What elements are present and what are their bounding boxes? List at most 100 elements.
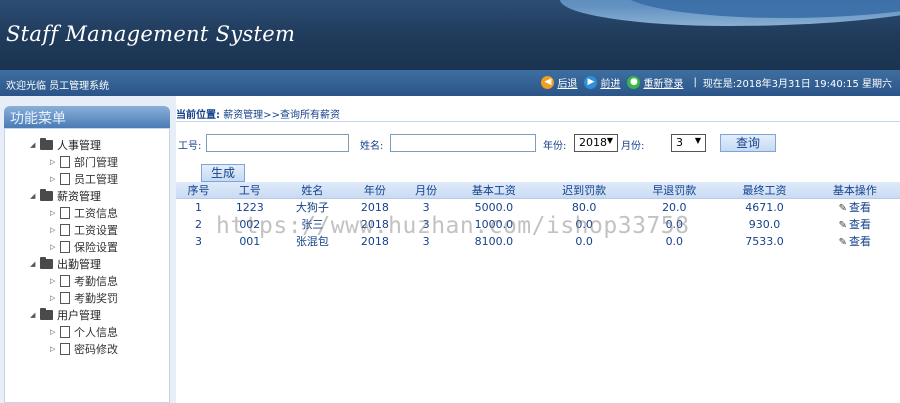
sidebar-item-profile[interactable]: ▷ 个人信息	[30, 323, 118, 340]
forward-arrow-icon[interactable]: ▶	[584, 76, 598, 89]
sidebar-item-label: 密码修改	[74, 342, 118, 356]
document-icon	[60, 291, 70, 304]
welcome-text: 欢迎光临 员工管理系统	[6, 81, 110, 92]
tree-group-label: 人事管理	[57, 138, 101, 152]
cell-final-salary: 930.0	[748, 217, 781, 231]
pencil-icon[interactable]: ✎	[839, 220, 847, 231]
collapse-arrow-icon: ▷	[50, 225, 56, 234]
cell-actions: ✎ 查看	[810, 233, 900, 250]
collapse-arrow-icon: ▷	[50, 276, 56, 285]
expand-arrow-icon[interactable]: ◢	[30, 311, 40, 319]
chevron-down-icon: ▼	[694, 136, 701, 145]
tree-group-salary[interactable]: ◢ 薪资管理	[30, 187, 118, 204]
folder-icon	[40, 307, 53, 320]
folder-icon	[40, 137, 53, 150]
column-header: 月份	[403, 182, 449, 199]
year-select-value: 2018	[579, 136, 607, 149]
view-link[interactable]: 查看	[849, 218, 871, 231]
year-label: 年份:	[543, 141, 567, 152]
document-icon	[60, 172, 70, 185]
sidebar-item-department[interactable]: ▷ 部门管理	[30, 153, 118, 170]
sidebar-item-label: 工资信息	[74, 206, 118, 220]
collapse-arrow-icon: ▷	[50, 174, 56, 183]
tree-group-label: 薪资管理	[57, 189, 101, 203]
query-button[interactable]: 查询	[720, 134, 776, 152]
watermark-text: https://www.huzhan.com/ishop33758	[216, 213, 690, 239]
sidebar-item-attendance-info[interactable]: ▷ 考勤信息	[30, 272, 118, 289]
expand-arrow-icon[interactable]: ◢	[30, 260, 40, 268]
pencil-icon[interactable]: ✎	[839, 203, 847, 214]
name-label: 姓名:	[360, 141, 384, 152]
sidebar-item-attendance-rewards[interactable]: ▷ 考勤奖罚	[30, 289, 118, 306]
sidebar-item-label: 个人信息	[74, 325, 118, 339]
breadcrumb: 当前位置: 薪资管理>>查询所有薪资	[176, 106, 900, 122]
tree-group-personnel[interactable]: ◢ 人事管理	[30, 136, 118, 153]
collapse-arrow-icon: ▷	[50, 208, 56, 217]
chevron-down-icon: ▼	[606, 136, 613, 145]
relogin-link[interactable]: 重新登录	[643, 75, 683, 90]
column-header: 工号	[221, 182, 279, 199]
cell-actions: ✎ 查看	[810, 199, 900, 216]
document-icon	[60, 206, 70, 219]
sidebar: 功能菜单 ◢ 人事管理 ▷ 部门管理 ▷ 员工管理 ◢ 薪资管理 ▷ 工资信息	[0, 96, 176, 403]
sidebar-item-insurance-settings[interactable]: ▷ 保险设置	[30, 238, 118, 255]
expand-arrow-icon[interactable]: ◢	[30, 141, 40, 149]
tree-group-label: 出勤管理	[57, 257, 101, 271]
view-link[interactable]: 查看	[849, 201, 871, 214]
document-icon	[60, 274, 70, 287]
sidebar-title: 功能菜单	[4, 106, 170, 128]
app-title: Staff Management System	[6, 22, 296, 46]
cell-actions: ✎ 查看	[810, 216, 900, 233]
sidebar-item-label: 考勤奖罚	[74, 291, 118, 305]
table-header-row: 序号 工号 姓名 年份 月份 基本工资 迟到罚款 早退罚款 最终工资 基本操作	[176, 182, 900, 199]
forward-link[interactable]: 前进	[600, 75, 620, 90]
collapse-arrow-icon: ▷	[50, 344, 56, 353]
pencil-icon[interactable]: ✎	[839, 237, 847, 248]
folder-icon	[40, 256, 53, 269]
datetime-text: 现在是:2018年3月31日 19:40:15 星期六	[702, 79, 892, 90]
sidebar-item-label: 员工管理	[74, 172, 118, 186]
sidebar-item-label: 考勤信息	[74, 274, 118, 288]
main-content: 当前位置: 薪资管理>>查询所有薪资 工号: 姓名: 年份: 2018 ▼ 月份…	[176, 96, 900, 403]
sidebar-item-change-password[interactable]: ▷ 密码修改	[30, 340, 118, 357]
document-icon	[60, 240, 70, 253]
collapse-arrow-icon: ▷	[50, 293, 56, 302]
document-icon	[60, 325, 70, 338]
name-input[interactable]	[390, 134, 536, 152]
folder-icon	[40, 188, 53, 201]
collapse-arrow-icon: ▷	[50, 327, 56, 336]
back-link[interactable]: 后退	[557, 75, 577, 90]
cell-index: 2	[195, 217, 203, 231]
column-header: 基本操作	[809, 182, 900, 199]
tree-group-users[interactable]: ◢ 用户管理	[30, 306, 118, 323]
sidebar-item-salary-info[interactable]: ▷ 工资信息	[30, 204, 118, 221]
tree-group-label: 用户管理	[57, 308, 101, 322]
column-header: 早退罚款	[629, 182, 720, 199]
month-label: 月份:	[621, 141, 645, 152]
cell-final-salary: 7533.0	[745, 234, 784, 248]
document-icon	[60, 342, 70, 355]
tree-group-attendance[interactable]: ◢ 出勤管理	[30, 255, 118, 272]
column-header: 序号	[176, 182, 222, 199]
cell-index: 1	[195, 200, 203, 214]
column-header: 迟到罚款	[538, 182, 630, 199]
sidebar-item-label: 工资设置	[74, 223, 118, 237]
expand-arrow-icon[interactable]: ◢	[30, 192, 40, 200]
document-icon	[60, 223, 70, 236]
collapse-arrow-icon: ▷	[50, 157, 56, 166]
year-select[interactable]: 2018 ▼	[574, 134, 618, 152]
relogin-icon[interactable]: ●	[627, 76, 641, 89]
view-link[interactable]: 查看	[849, 235, 871, 248]
column-header: 基本工资	[448, 182, 539, 199]
back-arrow-icon[interactable]: ◀	[541, 76, 555, 89]
column-header: 姓名	[278, 182, 347, 199]
breadcrumb-prefix: 当前位置:	[176, 110, 220, 121]
month-select[interactable]: 3 ▼	[671, 134, 706, 152]
employee-id-input[interactable]	[206, 134, 349, 152]
sidebar-item-salary-settings[interactable]: ▷ 工资设置	[30, 221, 118, 238]
breadcrumb-path: 薪资管理>>查询所有薪资	[223, 110, 340, 121]
sidebar-item-employee[interactable]: ▷ 员工管理	[30, 170, 118, 187]
generate-button[interactable]: 生成	[201, 164, 245, 182]
menu-tree: ◢ 人事管理 ▷ 部门管理 ▷ 员工管理 ◢ 薪资管理 ▷ 工资信息 ▷ 工资设…	[30, 136, 118, 357]
separator: |	[693, 77, 697, 88]
